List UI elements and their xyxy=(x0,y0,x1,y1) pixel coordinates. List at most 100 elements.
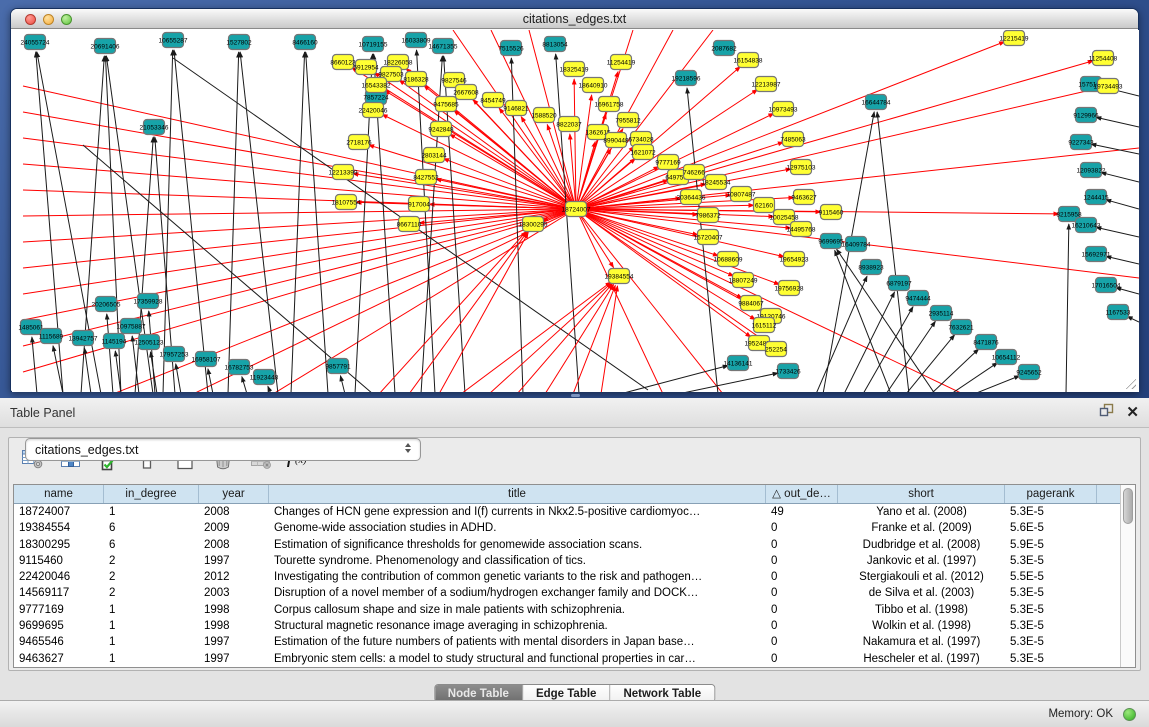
graph-node-12213399[interactable]: 12213399 xyxy=(329,165,358,180)
graph-node-16543382[interactable]: 16543382 xyxy=(362,78,391,93)
graph-node-252254[interactable]: 252254 xyxy=(765,342,787,357)
graph-node-62160[interactable]: 62160 xyxy=(754,198,775,213)
graph-node-1588520[interactable]: 1588520 xyxy=(531,108,557,123)
graph-node-17359928[interactable]: 17359928 xyxy=(134,294,163,309)
graph-node-1244415[interactable]: 1244415 xyxy=(1083,190,1109,205)
graph-node-7955812[interactable]: 7955812 xyxy=(615,113,641,128)
graph-node-16154838[interactable]: 16154838 xyxy=(734,53,763,68)
graph-node-9475685[interactable]: 9475685 xyxy=(433,97,459,112)
graph-node-24055724[interactable]: 24055724 xyxy=(21,35,50,50)
graph-node-9857791[interactable]: 9857791 xyxy=(325,359,351,374)
graph-node-9242848[interactable]: 9242848 xyxy=(428,122,454,137)
graph-node-2803144[interactable]: 2803144 xyxy=(421,148,447,163)
graph-node-10807487[interactable]: 10807487 xyxy=(727,187,756,202)
table-row[interactable]: 2242004622012Investigating the contribut… xyxy=(14,569,1122,585)
graph-node-14136141[interactable]: 14136141 xyxy=(724,356,753,371)
window-close-button[interactable] xyxy=(25,14,36,25)
graph-node-19654923[interactable]: 19654923 xyxy=(780,252,809,267)
graph-node-2718176[interactable]: 2718176 xyxy=(346,135,372,150)
graph-node-9115460[interactable]: 9115460 xyxy=(819,205,844,220)
graph-node-22420046[interactable]: 22420046 xyxy=(359,103,388,118)
graph-node-1621072[interactable]: 1621072 xyxy=(630,145,656,160)
graph-node-1145194[interactable]: 1145194 xyxy=(102,334,127,349)
graph-node-17957253[interactable]: 17957253 xyxy=(160,347,189,362)
graph-node-2667608[interactable]: 2667608 xyxy=(453,85,479,100)
graph-node-10654112[interactable]: 10654112 xyxy=(992,350,1021,365)
graph-node-12213987[interactable]: 12213987 xyxy=(752,77,781,92)
graph-node-11254419[interactable]: 11254419 xyxy=(607,55,636,70)
graph-node-16782753[interactable]: 16782753 xyxy=(225,360,254,375)
table-row[interactable]: 1938455462009Genome-wide association stu… xyxy=(14,520,1122,536)
graph-node-21053346[interactable]: 21053346 xyxy=(140,120,169,135)
graph-node-8990448[interactable]: 8990448 xyxy=(603,133,629,148)
graph-node-7485063[interactable]: 7485063 xyxy=(780,132,806,147)
graph-node-9463627[interactable]: 9463627 xyxy=(791,190,817,205)
graph-node-8938923[interactable]: 8938923 xyxy=(858,260,884,275)
graph-node-9777169[interactable]: 9777169 xyxy=(655,155,681,170)
window-zoom-button[interactable] xyxy=(61,14,72,25)
graph-node-9474444[interactable]: 9474444 xyxy=(905,291,931,306)
graph-node-10655287[interactable]: 10655287 xyxy=(159,33,188,48)
graph-node-2087682[interactable]: 2087682 xyxy=(711,41,737,56)
graph-node-11923448[interactable]: 11923448 xyxy=(250,370,279,385)
network-canvas[interactable]: 24055724 20691406 10655287 1527802 8466160 10… xyxy=(12,30,1139,392)
column-header-pagerank[interactable]: pagerank xyxy=(1005,485,1097,503)
table-row[interactable]: 946362711997Embryonic stem cells: a mode… xyxy=(14,651,1122,667)
graph-node-19734493[interactable]: 19734493 xyxy=(1094,79,1123,94)
graph-node-19384554[interactable]: 19384554 xyxy=(605,269,634,284)
table-row[interactable]: 1456911722003Disruption of a novel membe… xyxy=(14,585,1122,601)
graph-node-9245652[interactable]: 9245652 xyxy=(1016,365,1042,380)
graph-node-8667110[interactable]: 8667110 xyxy=(397,217,422,232)
graph-node-18245534[interactable]: 18245534 xyxy=(702,175,731,190)
graph-node-16210643[interactable]: 16210643 xyxy=(1072,218,1101,233)
graph-node-20691406[interactable]: 20691406 xyxy=(91,39,120,54)
graph-node-8813054[interactable]: 8813054 xyxy=(542,37,568,52)
graph-node-2935114[interactable]: 2935114 xyxy=(929,306,954,321)
graph-node-16958107[interactable]: 16958107 xyxy=(192,352,221,367)
graph-node-1733426[interactable]: 1733426 xyxy=(775,364,801,379)
graph-node-8471876[interactable]: 8471876 xyxy=(973,335,999,350)
table-selector-dropdown[interactable]: citations_edges.txt xyxy=(25,438,421,461)
graph-node-18107554[interactable]: 18107554 xyxy=(332,195,361,210)
graph-node-9146821[interactable]: 9146821 xyxy=(503,101,529,116)
column-header-title[interactable]: title xyxy=(269,485,766,503)
graph-node-10973493[interactable]: 10973493 xyxy=(769,102,798,117)
table-row[interactable]: 977716911998Corpus callosum shape and si… xyxy=(14,602,1122,618)
graph-node-14671355[interactable]: 14671355 xyxy=(429,39,458,54)
graph-node-7515526[interactable]: 7515526 xyxy=(498,41,524,56)
graph-node-8466160[interactable]: 8466160 xyxy=(292,35,318,50)
graph-node-14495768[interactable]: 14495768 xyxy=(787,222,816,237)
graph-node-16033809[interactable]: 16033809 xyxy=(402,33,431,48)
network-window-titlebar[interactable]: citations_edges.txt xyxy=(11,9,1138,29)
column-header-year[interactable]: year xyxy=(199,485,269,503)
graph-node-19756928[interactable]: 19756928 xyxy=(775,281,804,296)
table-row[interactable]: 969969511998Structural magnetic resonanc… xyxy=(14,618,1122,634)
graph-node-18807249[interactable]: 18807249 xyxy=(729,273,758,288)
graph-node-17016504[interactable]: 17016504 xyxy=(1092,278,1121,293)
graph-node-1527802[interactable]: 1527802 xyxy=(226,35,252,50)
graph-node-5912954[interactable]: 5912954 xyxy=(353,60,379,75)
graph-node-8427552[interactable]: 8427552 xyxy=(413,170,439,185)
splitter-handle[interactable] xyxy=(571,394,580,397)
graph-node-18724007[interactable]: 18724007 xyxy=(562,202,591,217)
graph-node-12505123[interactable]: 12505123 xyxy=(135,335,164,350)
graph-node-10688609[interactable]: 10688609 xyxy=(714,252,743,267)
graph-node-20364436[interactable]: 20364436 xyxy=(677,190,706,205)
graph-node-6879197[interactable]: 6879197 xyxy=(886,276,912,291)
graph-node-10975887[interactable]: 10975887 xyxy=(117,319,146,334)
table-row[interactable]: 946554611997Estimation of the future num… xyxy=(14,634,1122,650)
graph-node-16409784[interactable]: 16409784 xyxy=(842,237,871,252)
close-panel-icon[interactable]: ✕ xyxy=(1126,406,1139,420)
graph-node-8186328[interactable]: 8186328 xyxy=(403,72,429,87)
table-row[interactable]: 911546021997Tourette syndrome. Phenomeno… xyxy=(14,553,1122,569)
graph-node-9129966[interactable]: 9129966 xyxy=(1073,108,1099,123)
table-scrollbar-thumb[interactable] xyxy=(1123,488,1133,524)
table-row[interactable]: 1872400712008Changes of HCN gene express… xyxy=(14,504,1122,520)
float-window-icon[interactable] xyxy=(1099,398,1114,428)
graph-node-15692971[interactable]: 15692971 xyxy=(1082,247,1111,262)
graph-node-7986372[interactable]: 7986372 xyxy=(695,208,721,223)
graph-node-7632621[interactable]: 7632621 xyxy=(948,320,974,335)
graph-node-9699695[interactable]: 9699695 xyxy=(818,234,844,249)
graph-node-746266[interactable]: 746266 xyxy=(683,165,705,180)
column-header-in_degree[interactable]: in_degree xyxy=(104,485,199,503)
